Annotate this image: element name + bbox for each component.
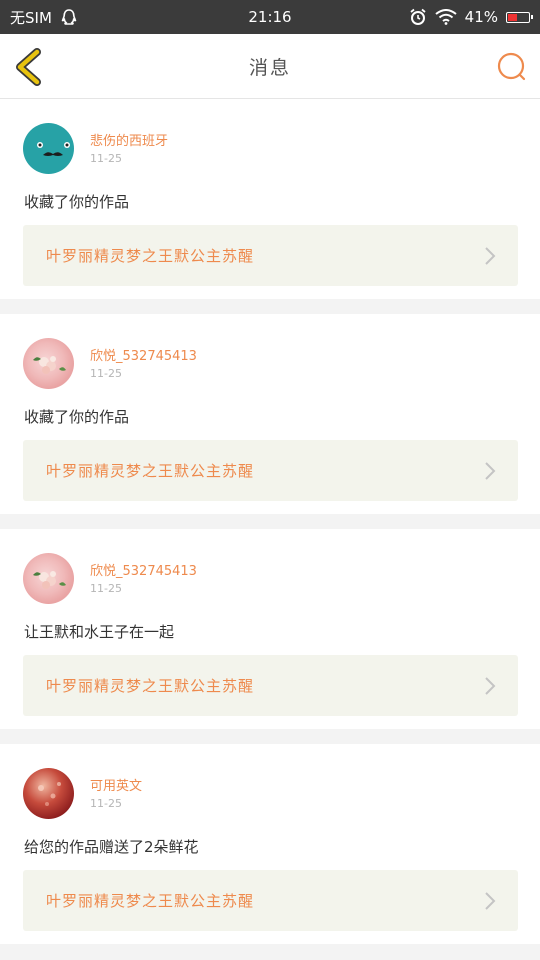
work-title: 叶罗丽精灵梦之王默公主苏醒: [46, 677, 255, 695]
chevron-right-icon: [485, 247, 496, 265]
flower-icon: [33, 356, 66, 374]
notification-list: 悲伤的西班牙 11-25 收藏了你的作品 叶罗丽精灵梦之王默公主苏醒 欣悦_53…: [0, 99, 540, 944]
username[interactable]: 欣悦_532745413: [90, 560, 197, 579]
battery-icon: [506, 11, 533, 23]
qq-icon: [61, 9, 77, 25]
avatar[interactable]: [23, 553, 74, 604]
chevron-right-icon: [485, 892, 496, 910]
wifi-icon: [435, 9, 457, 25]
notification-card: 悲伤的西班牙 11-25 收藏了你的作品 叶罗丽精灵梦之王默公主苏醒: [0, 99, 540, 299]
chevron-right-icon: [485, 677, 496, 695]
notification-message: 让王默和水王子在一起: [24, 623, 175, 641]
timestamp: 11-25: [90, 367, 122, 380]
page-title: 消息: [248, 56, 291, 79]
notification-card: 欣悦_532745413 11-25 让王默和水王子在一起 叶罗丽精灵梦之王默公…: [0, 529, 540, 729]
carrier-label: 无SIM: [10, 8, 52, 27]
search-icon[interactable]: [496, 51, 528, 83]
username[interactable]: 可用英文: [90, 775, 142, 794]
alarm-icon: [410, 8, 426, 25]
timestamp: 11-25: [90, 582, 122, 595]
work-link[interactable]: 叶罗丽精灵梦之王默公主苏醒: [23, 870, 518, 931]
notification-card: 可用英文 11-25 给您的作品赠送了2朵鲜花 叶罗丽精灵梦之王默公主苏醒: [0, 744, 540, 944]
avatar[interactable]: [23, 338, 74, 389]
timestamp: 11-25: [90, 797, 122, 810]
status-left: 无SIM: [10, 7, 78, 28]
work-link[interactable]: 叶罗丽精灵梦之王默公主苏醒: [23, 225, 518, 286]
work-title: 叶罗丽精灵梦之王默公主苏醒: [46, 247, 255, 265]
flower-icon: [33, 571, 66, 589]
status-right: 41%: [409, 8, 533, 26]
bokeh-icon: [38, 782, 61, 806]
work-link[interactable]: 叶罗丽精灵梦之王默公主苏醒: [23, 655, 518, 716]
status-bar: 无SIM 21:16 41%: [0, 0, 540, 34]
avatar[interactable]: [23, 768, 74, 819]
avatar[interactable]: [23, 123, 74, 174]
work-link[interactable]: 叶罗丽精灵梦之王默公主苏醒: [23, 440, 518, 501]
work-title: 叶罗丽精灵梦之王默公主苏醒: [46, 892, 255, 910]
username[interactable]: 悲伤的西班牙: [90, 130, 168, 149]
mustache-face-icon: [37, 142, 70, 156]
notification-message: 给您的作品赠送了2朵鲜花: [24, 838, 199, 856]
work-title: 叶罗丽精灵梦之王默公主苏醒: [46, 462, 255, 480]
notification-message: 收藏了你的作品: [24, 193, 130, 211]
battery-percent: 41%: [464, 8, 498, 26]
notification-message: 收藏了你的作品: [24, 408, 130, 426]
timestamp: 11-25: [90, 152, 122, 165]
notification-card: 欣悦_532745413 11-25 收藏了你的作品 叶罗丽精灵梦之王默公主苏醒: [0, 314, 540, 514]
back-arrow-icon[interactable]: [12, 48, 46, 86]
username[interactable]: 欣悦_532745413: [90, 345, 197, 364]
nav-bar: 消息: [0, 34, 540, 99]
chevron-right-icon: [485, 462, 496, 480]
